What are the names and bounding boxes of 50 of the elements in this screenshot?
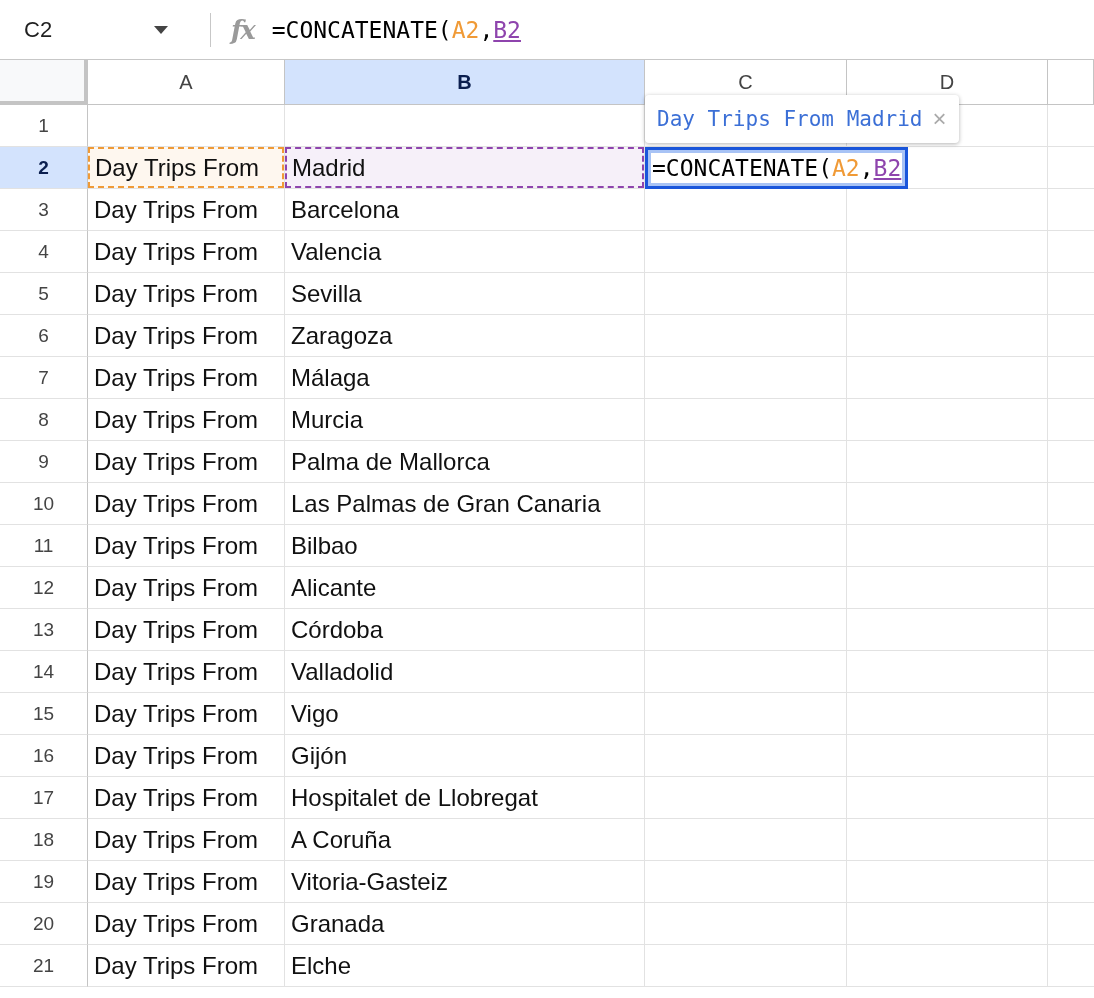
cell-editor[interactable]: =CONCATENATE(A2,B2 [645,147,909,189]
table-cell[interactable]: Day Trips From [88,357,285,399]
table-cell[interactable]: Hospitalet de Llobregat [285,777,645,819]
table-cell[interactable]: Day Trips From [88,231,285,273]
table-cell[interactable]: Gijón [285,735,645,777]
table-cell[interactable]: Barcelona [285,189,645,231]
table-cell[interactable]: Málaga [285,357,645,399]
table-cell[interactable]: Day Trips From [88,903,285,945]
table-cell[interactable]: Elche [285,945,645,987]
table-cell[interactable]: Day Trips From [88,693,285,735]
select-all-corner[interactable] [0,60,88,105]
table-cell[interactable]: Day Trips From [88,147,284,188]
table-cell[interactable]: Day Trips From [88,189,285,231]
table-cell[interactable]: Day Trips From [88,777,285,819]
name-box[interactable]: C2 [0,16,186,43]
preview-text: Day Trips From Madrid [657,107,923,131]
table-cell[interactable]: Sevilla [285,273,645,315]
table-cell[interactable]: Day Trips From [88,819,285,861]
table-cell[interactable]: Day Trips From [88,273,285,315]
column-header[interactable]: B [285,60,645,105]
dropdown-caret-icon[interactable] [154,25,168,34]
function-icon: fx [231,14,254,45]
table-cell[interactable]: Vitoria-Gasteiz [285,861,645,903]
table-cell[interactable]: Day Trips From [88,441,285,483]
table-cell[interactable]: Vigo [285,693,645,735]
table-cell[interactable]: Day Trips From [88,651,285,693]
table-cell[interactable]: Madrid [285,147,644,188]
row-header[interactable]: 2 [0,147,88,189]
table-cell[interactable]: Granada [285,903,645,945]
table-cell[interactable]: Zaragoza [285,315,645,357]
table-cell[interactable]: Day Trips From [88,609,285,651]
table-cell[interactable]: Córdoba [285,609,645,651]
table-cell[interactable]: Day Trips From [88,861,285,903]
table-cell[interactable]: Day Trips From [88,525,285,567]
table-cell[interactable]: A Coruña [285,819,645,861]
table-cell[interactable]: Day Trips From [88,735,285,777]
table-cell[interactable]: Palma de Mallorca [285,441,645,483]
table-cell[interactable]: Las Palmas de Gran Canaria [285,483,645,525]
column-header[interactable]: A [88,60,285,105]
table-cell[interactable]: Day Trips From [88,567,285,609]
table-cell[interactable]: Alicante [285,567,645,609]
table-cell[interactable]: Murcia [285,399,645,441]
table-cell[interactable]: Day Trips From [88,315,285,357]
table-cell[interactable]: Valladolid [285,651,645,693]
table-cell[interactable]: Day Trips From [88,483,285,525]
table-cell[interactable]: Bilbao [285,525,645,567]
table-cell[interactable]: Day Trips From [88,399,285,441]
formula-input[interactable]: =CONCATENATE(A2,B2 [271,16,521,43]
table-cell[interactable]: Valencia [285,231,645,273]
table-cell[interactable]: Day Trips From [88,945,285,987]
